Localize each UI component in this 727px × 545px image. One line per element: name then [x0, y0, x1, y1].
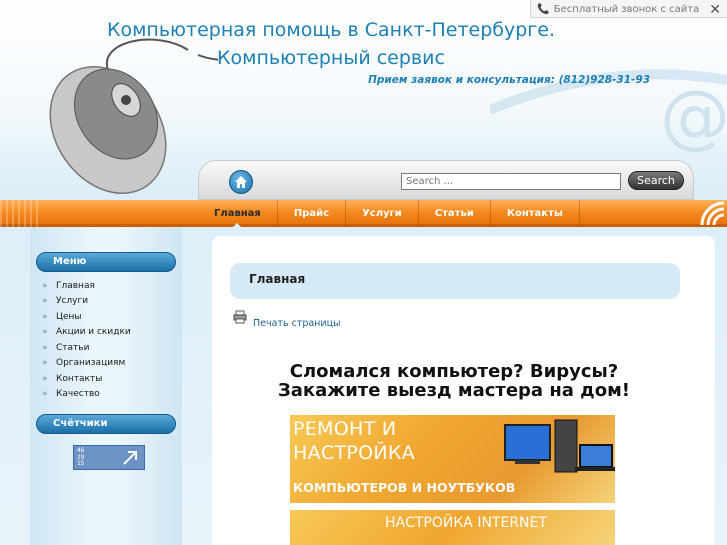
arrow-up-right-icon [123, 451, 137, 465]
sidebar-item-contacts[interactable]: » Контакты [42, 371, 131, 387]
sidebar-item-label: Организациям [56, 358, 126, 369]
sidebar-item-services[interactable]: » Услуги [42, 294, 131, 310]
contact-phone: Прием заявок и консультация: (812)928-31… [368, 74, 650, 86]
sidebar-item-label: Статьи [56, 342, 90, 353]
free-call-widget[interactable]: 📞 Бесплатный звонок с сайта ✕ [530, 0, 727, 18]
svg-text:@: @ [660, 75, 727, 157]
sidebar-item-label: Контакты [56, 373, 103, 384]
sidebar-item-label: Акции и скидки [56, 327, 131, 338]
nav-item-contacts[interactable]: Контакты [491, 200, 580, 227]
arrow-icon: » [42, 296, 48, 307]
nav-item-price[interactable]: Прайс [278, 200, 347, 227]
arrow-icon: » [42, 373, 48, 384]
home-icon[interactable] [229, 170, 253, 194]
nav-item-home[interactable]: Главная [198, 200, 278, 227]
banner-subtitle: КОМПЬЮТЕРОВ И НОУТБУКОВ [293, 480, 516, 495]
site-title: Компьютерная помощь в Санкт-Петербурге. … [106, 19, 556, 69]
arrow-icon: » [42, 342, 48, 353]
arrow-icon: » [42, 311, 48, 322]
free-call-label: Бесплатный звонок с сайта [553, 4, 700, 15]
sidebar-menu-title: Меню [36, 252, 176, 272]
close-icon[interactable]: ✕ [709, 3, 721, 17]
arrow-icon: » [42, 280, 48, 291]
sidebar-item-promos[interactable]: » Акции и скидки [42, 325, 131, 341]
phone-icon: 📞 [537, 4, 550, 15]
sidebar-item-home[interactable]: » Главная [42, 278, 131, 294]
nav-item-articles[interactable]: Статьи [419, 200, 491, 227]
sidebar-item-label: Качество [56, 389, 100, 400]
search-button[interactable]: Search [628, 171, 684, 190]
sidebar-item-quality[interactable]: » Качество [42, 387, 131, 403]
sidebar-item-label: Главная [56, 280, 95, 291]
nav-stripes-decoration [0, 200, 40, 227]
arrow-icon: » [42, 389, 48, 400]
print-page-link[interactable]: Печать страницы [253, 318, 341, 329]
banner-title: НАСТРОЙКА INTERNET [385, 515, 547, 531]
search-input[interactable] [401, 173, 621, 190]
page-title: Главная [230, 263, 680, 299]
nav-item-services[interactable]: Услуги [346, 200, 419, 227]
main-nav: Главная Прайс Услуги Статьи Контакты [198, 200, 580, 227]
internet-setup-banner[interactable]: НАСТРОЙКА INTERNET [290, 510, 615, 545]
visit-counter-badge[interactable]: 46 29 15 [73, 445, 145, 470]
sidebar-item-label: Цены [56, 311, 82, 322]
sidebar-item-label: Услуги [56, 296, 89, 307]
wifi-arcs-icon [700, 201, 725, 226]
repair-banner[interactable]: РЕМОНТ И НАСТРОЙКА КОМПЬЮТЕРОВ И НОУТБУК… [290, 415, 615, 503]
sidebar-item-organizations[interactable]: » Организациям [42, 356, 131, 372]
arrow-icon: » [42, 358, 48, 369]
sidebar-counters-title: Счётчики [36, 414, 176, 434]
counter-digits: 46 29 15 [77, 447, 85, 467]
sidebar-menu: » Главная » Услуги » Цены » Акции и скидки »… [42, 278, 131, 402]
printer-icon[interactable] [233, 310, 247, 324]
banner-title: РЕМОНТ И НАСТРОЙКА [293, 418, 415, 464]
arrow-icon: » [42, 327, 48, 338]
sidebar-item-articles[interactable]: » Статьи [42, 340, 131, 356]
sidebar-item-prices[interactable]: » Цены [42, 309, 131, 325]
promo-headline: Сломался компьютер? Вирусы? Закажите вые… [277, 361, 630, 401]
computers-illustration [504, 419, 615, 473]
